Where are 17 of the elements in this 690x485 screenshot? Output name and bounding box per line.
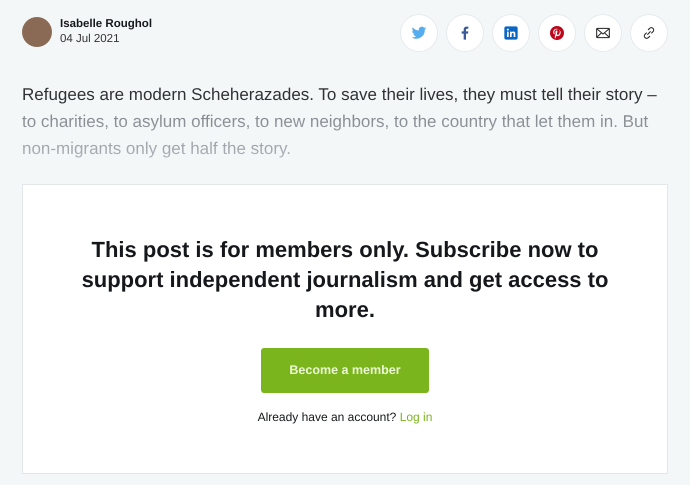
signin-prompt: Already have an account? Log in [258, 409, 432, 426]
email-share-button[interactable] [584, 14, 622, 52]
post-date: 04 Jul 2021 [60, 32, 120, 47]
linkedin-share-button[interactable] [492, 14, 530, 52]
become-member-button[interactable]: Become a member [261, 348, 429, 393]
copy-link-button[interactable] [630, 14, 668, 52]
paywall-heading: This post is for members only. Subscribe now to support independent journalism and get access to more. [80, 236, 610, 324]
pinterest-share-button[interactable] [538, 14, 576, 52]
author-name: Isabelle Roughol [60, 17, 152, 32]
bird-icon [411, 25, 427, 41]
link-icon [641, 25, 657, 41]
pinterest-icon [549, 25, 565, 41]
linkedin-icon [503, 25, 519, 41]
facebook-share-button[interactable] [446, 14, 484, 52]
avatar-placeholder [22, 17, 52, 47]
login-link[interactable]: Log in [400, 410, 432, 424]
envelope-icon [595, 25, 611, 41]
